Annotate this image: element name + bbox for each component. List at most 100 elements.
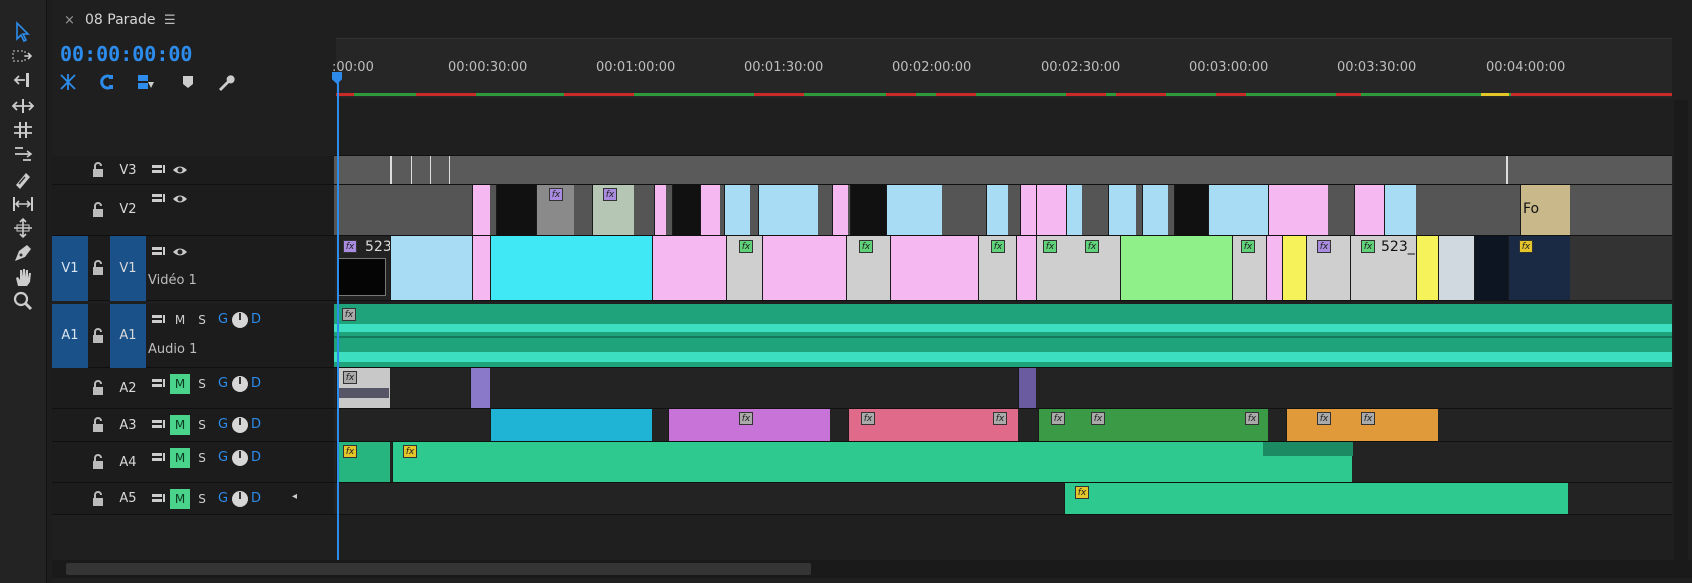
video-clip[interactable] [724,185,750,235]
track-name-a1[interactable]: A1 [110,304,146,368]
vertical-scrollbar[interactable] [1674,100,1688,560]
eye-icon[interactable] [172,244,188,260]
video-clip[interactable] [890,236,978,300]
video-clip[interactable] [1120,236,1232,300]
playhead-line[interactable] [337,72,339,562]
razor-icon[interactable] [11,168,35,192]
d-button[interactable]: D [251,417,261,432]
track-select-icon[interactable] [11,45,35,69]
video-clip[interactable] [472,185,490,235]
video-clip[interactable] [758,185,818,235]
d-button[interactable]: D [251,312,261,327]
video-clip[interactable] [1354,185,1384,235]
track-name-a4[interactable]: A4 [110,442,146,483]
d-button[interactable]: D [251,491,261,506]
video-clip[interactable] [1016,236,1036,300]
track-name-v3[interactable]: V3 [110,156,146,185]
video-clip[interactable] [652,236,726,300]
sync-lock-icon[interactable] [150,162,166,178]
video-clip[interactable] [1020,185,1036,235]
eye-icon[interactable] [172,162,188,178]
track-a4-lane[interactable]: fx fx [334,442,1672,483]
mute-button[interactable]: M [170,310,190,330]
horizontal-scrollbar[interactable] [52,560,1692,578]
mute-button[interactable]: M [170,415,190,435]
zoom-icon[interactable] [11,289,35,313]
video-clip[interactable] [1108,185,1136,235]
track-a5-lane[interactable]: fx [334,483,1672,515]
video-clip[interactable]: fx [1306,236,1350,300]
track-name-v2[interactable]: V2 [110,197,146,223]
video-clip[interactable] [886,185,942,235]
video-clip[interactable]: fx [846,236,890,300]
lock-icon[interactable] [90,202,106,218]
close-icon[interactable]: × [64,13,75,28]
video-clip[interactable] [1282,236,1306,300]
lock-icon[interactable] [90,162,106,178]
video-clip[interactable]: fx 523_ [1350,236,1416,300]
video-clip[interactable] [1142,185,1168,235]
ripple-edit-icon[interactable] [11,68,35,92]
solo-button[interactable]: S [195,448,209,468]
track-name-a2[interactable]: A2 [110,368,146,409]
sync-lock-icon[interactable] [150,450,166,466]
track-a1-lane[interactable]: fx [334,304,1672,368]
video-clip[interactable] [1416,236,1438,300]
video-clip[interactable] [1438,236,1474,300]
sync-lock-icon[interactable] [150,417,166,433]
sequence-tab[interactable]: × 08 Parade ☰ [52,0,1692,40]
video-clip[interactable]: fx 523 [334,236,392,300]
audio-clip[interactable] [470,368,490,408]
lock-icon[interactable] [90,380,106,396]
track-name-v1[interactable]: V1 [110,236,146,301]
gain-button[interactable]: G [218,376,228,391]
lock-icon[interactable] [90,328,106,344]
video-clip[interactable] [490,236,652,300]
audio-clip[interactable]: fx [336,442,390,482]
linked-selection-icon[interactable] [136,72,156,92]
marker-icon[interactable] [178,72,198,92]
video-clip[interactable] [1036,185,1066,235]
d-button[interactable]: D [251,450,261,465]
gain-button[interactable]: G [218,312,228,327]
sync-lock-icon[interactable] [150,376,166,392]
solo-button[interactable]: S [195,489,209,509]
mute-button[interactable]: M [170,448,190,468]
lock-icon[interactable] [90,417,106,433]
video-clip[interactable]: fx fx [1036,236,1120,300]
rolling-edit-icon[interactable] [11,94,35,118]
pen-icon[interactable] [11,241,35,265]
gain-button[interactable]: G [218,417,228,432]
video-clip[interactable] [1384,185,1416,235]
source-patch-a1[interactable]: A1 [52,304,88,368]
video-clip[interactable] [1066,185,1082,235]
gain-button[interactable]: G [218,450,228,465]
video-clip[interactable] [1268,185,1328,235]
audio-clip[interactable]: fx fx [848,409,1018,441]
video-clip[interactable] [986,185,1008,235]
video-clip[interactable]: fx [1508,236,1570,300]
video-clip[interactable] [1474,236,1508,300]
time-ruler[interactable]: :00:00 00:00:30:00 00:01:00:00 00:01:30:… [332,38,1672,98]
rate-stretch-icon[interactable] [11,118,35,142]
slide-tool-icon[interactable] [11,216,35,240]
mute-button[interactable]: M [170,489,190,509]
gain-button[interactable]: G [218,491,228,506]
audio-clip[interactable]: fx [1064,483,1568,514]
video-clip[interactable]: fx [1232,236,1266,300]
solo-button[interactable]: S [195,374,209,394]
sync-lock-icon[interactable] [150,312,166,328]
audio-clip[interactable] [1018,368,1036,408]
hamburger-menu-icon[interactable]: ☰ [164,13,176,28]
volume-knob-icon[interactable] [232,491,248,507]
video-clip[interactable] [1208,185,1268,235]
solo-button[interactable]: S [195,310,209,330]
video-clip[interactable] [762,236,846,300]
volume-knob-icon[interactable] [232,417,248,433]
volume-knob-icon[interactable] [232,376,248,392]
sync-lock-icon[interactable] [150,491,166,507]
video-clip[interactable] [496,185,536,235]
sync-lock-icon[interactable] [150,191,166,207]
video-clip[interactable] [390,236,472,300]
sync-lock-icon[interactable] [150,244,166,260]
